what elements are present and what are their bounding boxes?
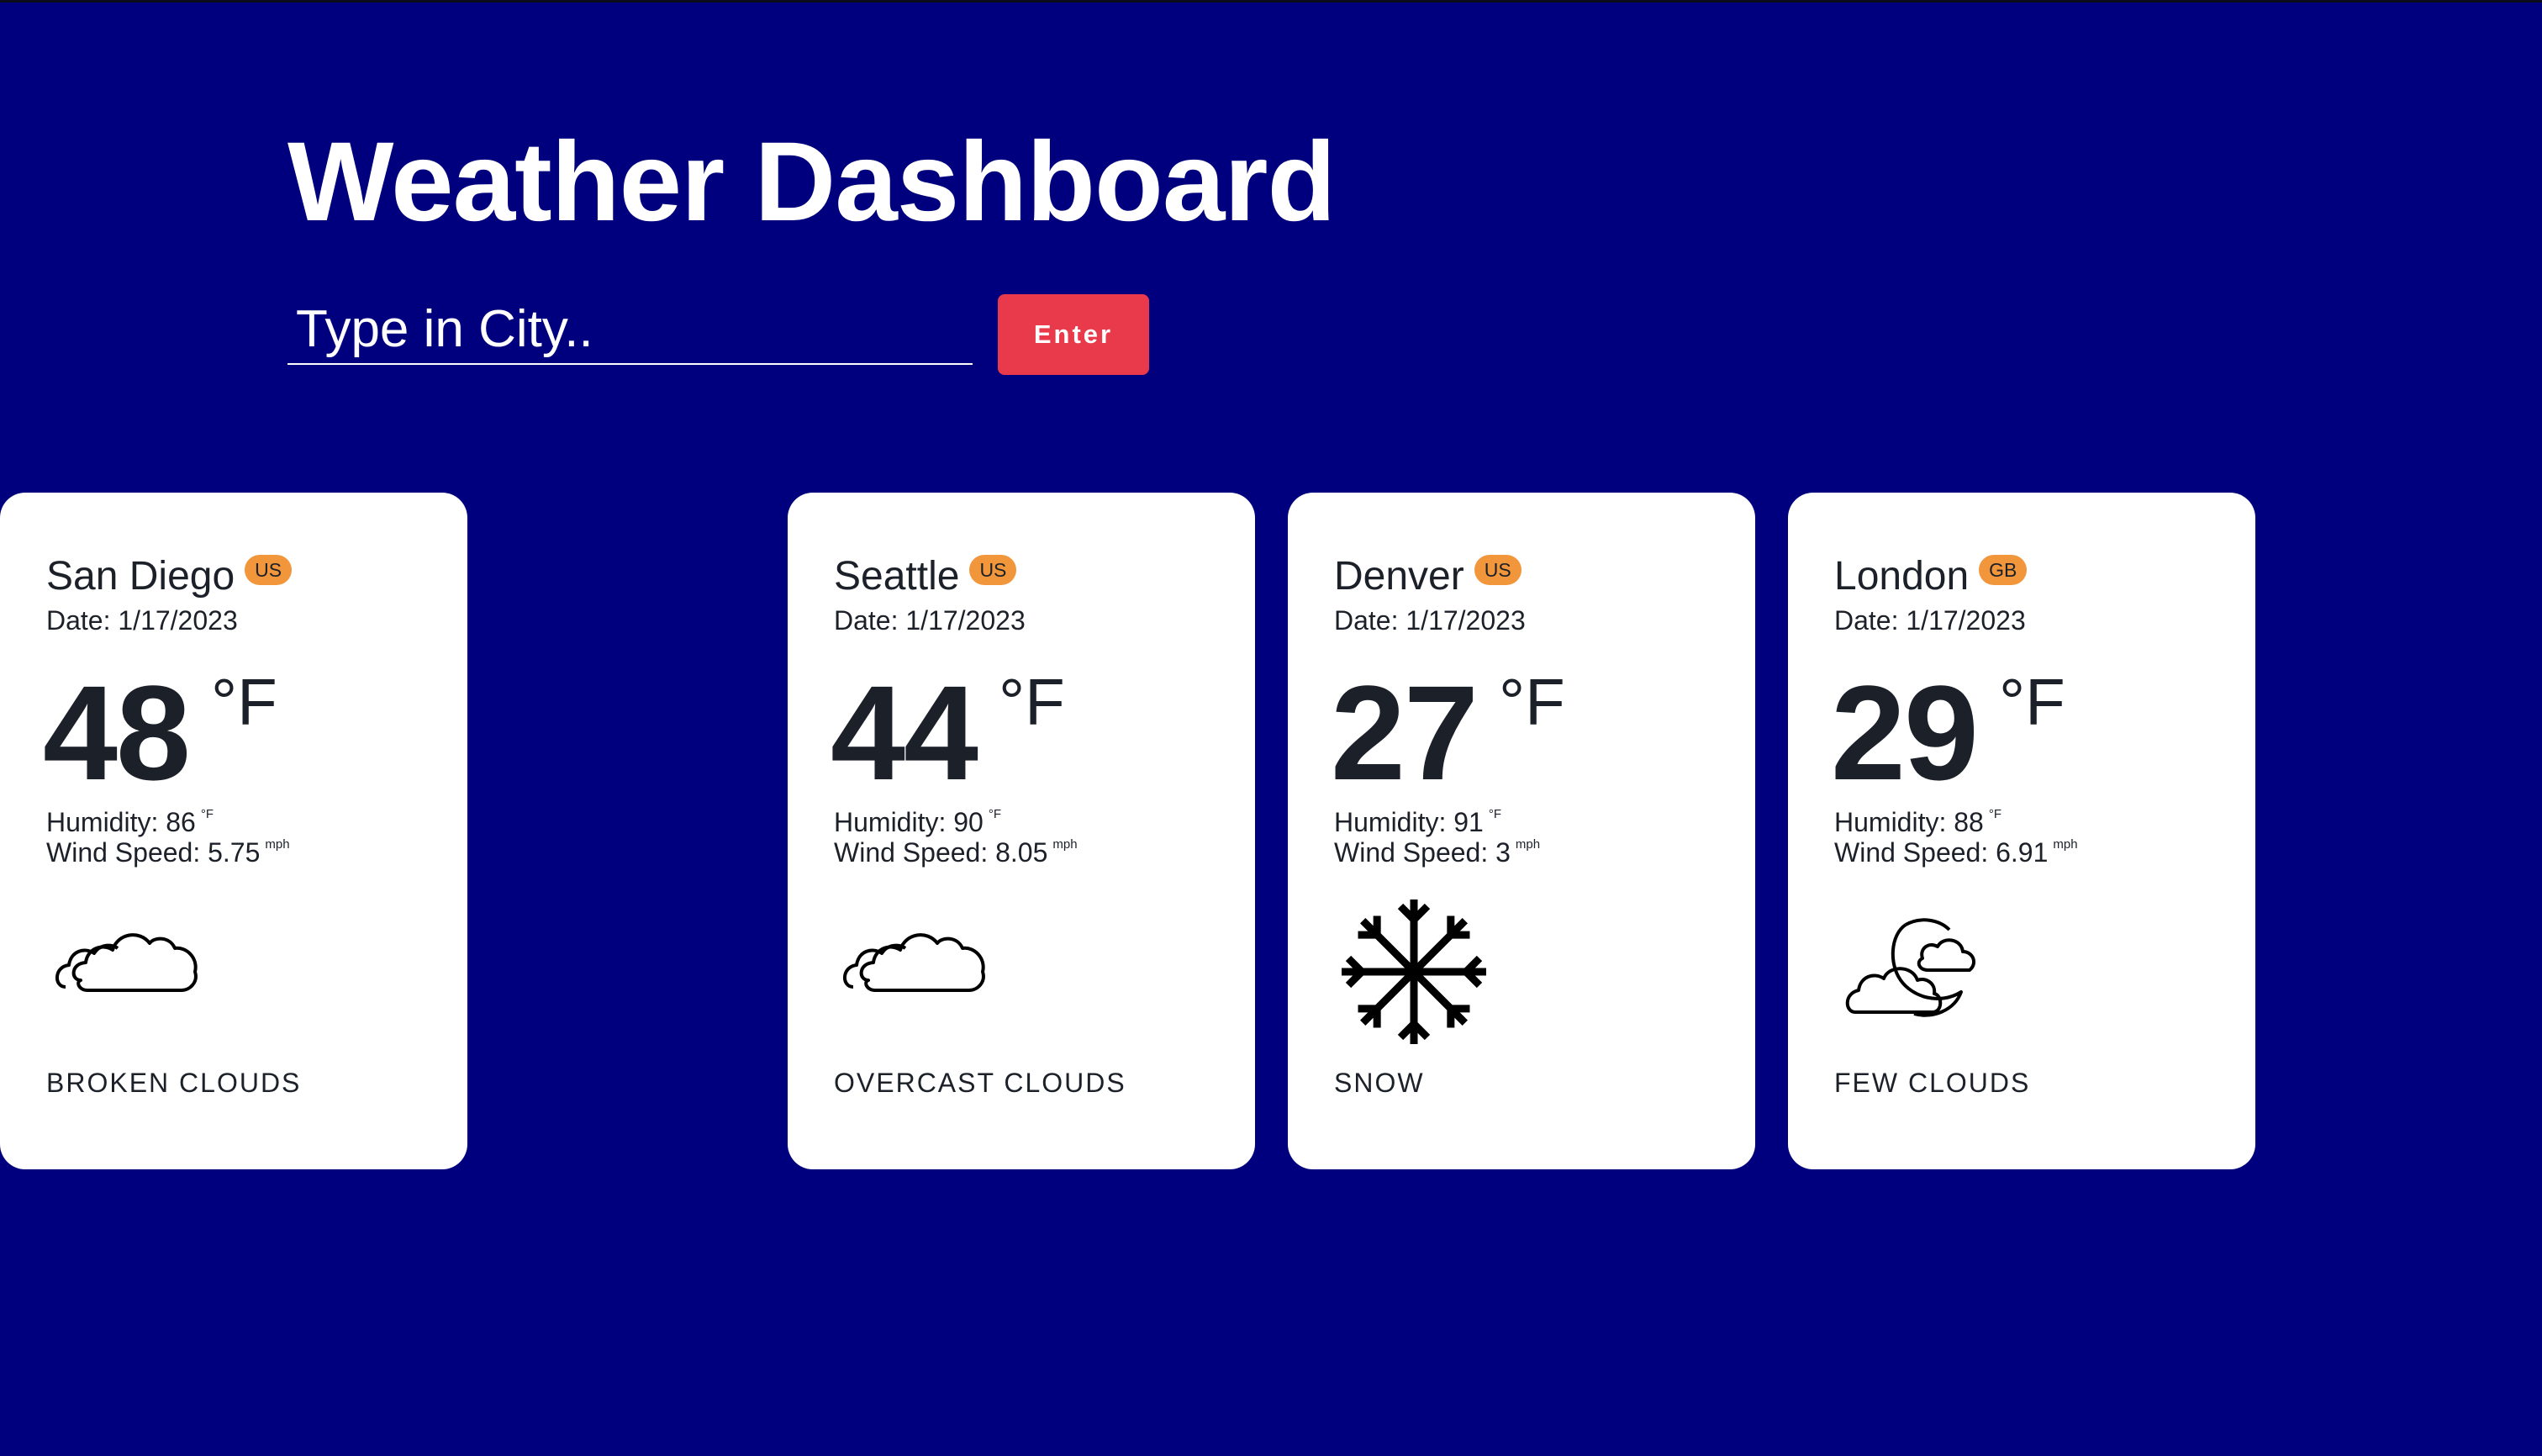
date-label: Date: 1/17/2023 (46, 605, 238, 636)
wind-speed-label: Wind Speed: 8.05 (834, 837, 1048, 868)
humidity-label: Humidity: 90 (834, 807, 984, 837)
weather-card-san-diego: San Diego US Date: 1/17/2023 48 °F Humidit… (0, 493, 467, 1169)
temperature-unit: °F (998, 665, 1065, 739)
window-top-border (0, 0, 2542, 3)
country-badge: US (969, 555, 1017, 585)
humidity-stat: Humidity: 91 °F (1334, 807, 1501, 838)
city-row: San Diego US (46, 553, 293, 599)
wind-speed-unit: mph (2053, 837, 2078, 852)
wind-speed-stat: Wind Speed: 8.05 mph (834, 837, 1078, 868)
temperature: 48 °F (43, 657, 277, 809)
date-label: Date: 1/17/2023 (1834, 605, 2026, 636)
humidity-stat: Humidity: 86 °F (46, 807, 214, 838)
humidity-stat: Humidity: 90 °F (834, 807, 1001, 838)
city-name: San Diego (46, 554, 235, 599)
humidity-label: Humidity: 91 (1334, 807, 1484, 837)
country-badge: GB (1979, 555, 2028, 585)
moon-cloud-icon (1838, 896, 1990, 1047)
weather-card-denver: Denver US Date: 1/17/2023 27 °F Humidity: … (1288, 493, 1755, 1169)
humidity-unit: °F (1988, 807, 2002, 821)
humidity-unit: °F (988, 807, 1002, 821)
condition-label: FEW CLOUDS (1834, 1068, 2031, 1098)
humidity-stat: Humidity: 88 °F (1834, 807, 2001, 838)
wind-speed-label: Wind Speed: 5.75 (46, 837, 261, 868)
humidity-unit: °F (1488, 807, 1502, 821)
temperature: 29 °F (1831, 657, 2065, 809)
city-row: Denver US (1334, 553, 1522, 599)
wind-speed-stat: Wind Speed: 6.91 mph (1834, 837, 2078, 868)
wind-speed-unit: mph (1052, 837, 1078, 852)
wind-speed-unit: mph (265, 837, 290, 852)
city-row: London GB (1834, 553, 2028, 599)
wind-speed-stat: Wind Speed: 3 mph (1334, 837, 1540, 868)
temperature-value: 27 (1331, 657, 1479, 808)
humidity-label: Humidity: 88 (1834, 807, 1984, 837)
temperature-value: 48 (43, 657, 191, 808)
city-search-input[interactable] (287, 294, 973, 365)
wind-speed-stat: Wind Speed: 5.75 mph (46, 837, 290, 868)
wind-speed-label: Wind Speed: 3 (1334, 837, 1511, 868)
country-badge: US (245, 555, 293, 585)
cloud-icon (50, 896, 202, 1047)
temperature-unit: °F (210, 665, 277, 739)
temperature-unit: °F (1998, 665, 2065, 739)
temperature-value: 29 (1831, 657, 1979, 808)
snowflake-icon (1338, 896, 1490, 1047)
condition-label: BROKEN CLOUDS (46, 1068, 302, 1098)
temperature-unit: °F (1498, 665, 1565, 739)
weather-card-seattle: Seattle US Date: 1/17/2023 44 °F Humidity:… (788, 493, 1255, 1169)
temperature: 27 °F (1331, 657, 1565, 809)
humidity-label: Humidity: 86 (46, 807, 196, 837)
wind-speed-label: Wind Speed: 6.91 (1834, 837, 2049, 868)
city-name: London (1834, 554, 1970, 599)
condition-label: OVERCAST CLOUDS (834, 1068, 1126, 1098)
condition-label: SNOW (1334, 1068, 1425, 1098)
humidity-unit: °F (200, 807, 214, 821)
weather-card-london: London GB Date: 1/17/2023 29 °F Humidity: … (1788, 493, 2255, 1169)
cloud-icon (838, 896, 989, 1047)
date-label: Date: 1/17/2023 (1334, 605, 1526, 636)
date-label: Date: 1/17/2023 (834, 605, 1026, 636)
temperature: 44 °F (831, 657, 1065, 809)
temperature-value: 44 (831, 657, 978, 808)
enter-button[interactable]: Enter (998, 294, 1149, 375)
city-name: Seattle (834, 554, 960, 599)
country-badge: US (1474, 555, 1522, 585)
wind-speed-unit: mph (1515, 837, 1541, 852)
page-title: Weather Dashboard (287, 119, 1336, 245)
city-name: Denver (1334, 554, 1464, 599)
city-row: Seattle US (834, 553, 1017, 599)
